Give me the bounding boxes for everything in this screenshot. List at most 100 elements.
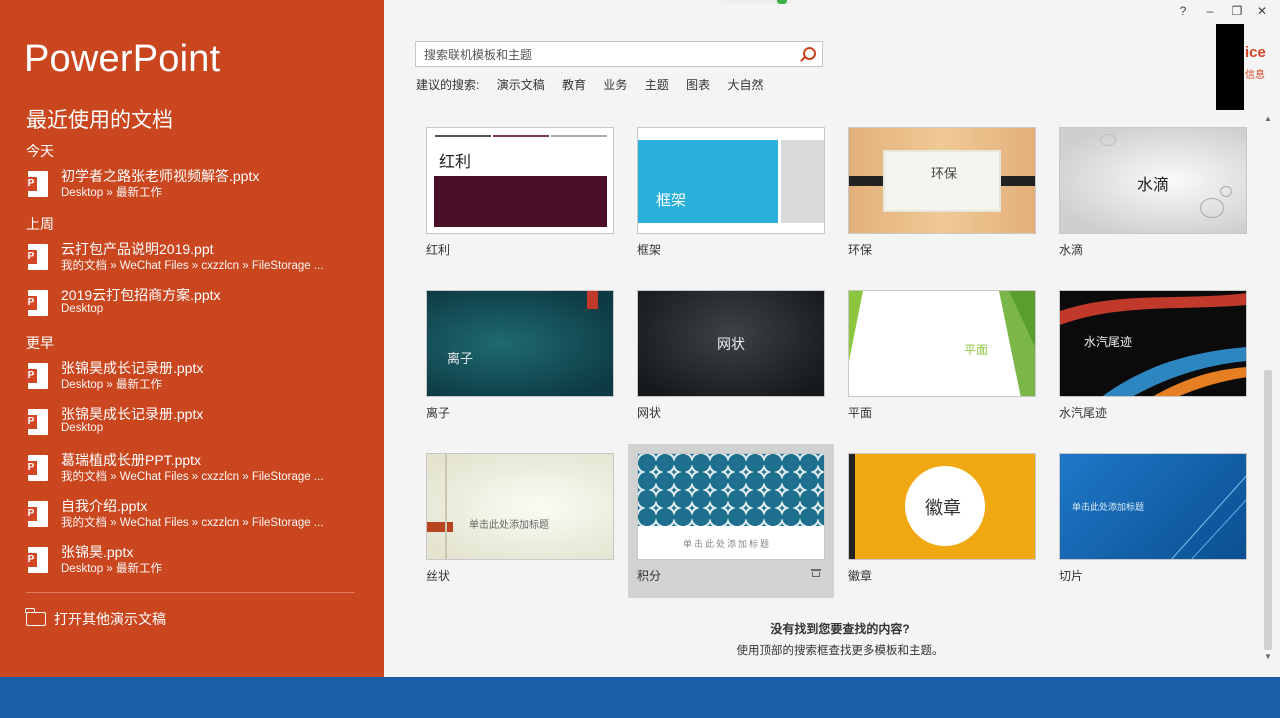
open-other-label: 打开其他演示文稿 <box>54 611 166 627</box>
divider <box>26 592 355 593</box>
recent-doc-item[interactable]: 葛瑞植成长册PPT.pptx 我的文档 » WeChat Files » cxz… <box>25 451 368 491</box>
recent-doc-name: 云打包产品说明2019.ppt <box>61 241 214 257</box>
template-label: 丝状 <box>426 569 451 583</box>
suggestion-link[interactable]: 图表 <box>686 78 710 92</box>
recent-pane: PowerPoint 最近使用的文档 今天 初学者之路张老师视频解答.pptx … <box>0 0 384 677</box>
recent-doc-item[interactable]: 云打包产品说明2019.ppt 我的文档 » WeChat Files » cx… <box>25 240 368 280</box>
recent-doc-path: Desktop » 最新工作 <box>61 379 162 391</box>
help-button[interactable]: ? <box>1173 4 1193 18</box>
template-label: 红利 <box>426 243 451 257</box>
search-icon[interactable] <box>803 47 816 60</box>
template-thumbnail: 单击此处添加标题 <box>426 453 614 560</box>
pptx-file-icon <box>25 501 48 527</box>
search-box[interactable] <box>415 41 823 67</box>
template-label: 积分 <box>637 569 662 583</box>
recent-doc-item[interactable]: 2019云打包招商方案.pptx Desktop <box>25 286 368 326</box>
account-name[interactable]: ice <box>1245 44 1266 61</box>
account-redaction <box>1216 24 1244 110</box>
not-found-title: 没有找到您要查找的内容? <box>770 622 910 636</box>
pptx-file-icon <box>25 290 48 316</box>
group-label-last-week: 上周 <box>26 216 54 232</box>
suggestion-link[interactable]: 主题 <box>645 78 669 92</box>
recent-doc-path: 我的文档 » WeChat Files » cxzzlcn » FileStor… <box>61 260 324 272</box>
thumbnail-title: 单击此处添加标题 <box>469 520 549 531</box>
template-thumbnail: 水汽尾迹 <box>1059 290 1247 397</box>
thumbnail-title: 环保 <box>931 166 958 181</box>
template-thumbnail: 单击此处添加标题 <box>1059 453 1247 560</box>
recent-doc-item[interactable]: 张锦昊.pptx Desktop » 最新工作 <box>25 543 368 583</box>
pptx-file-icon <box>25 409 48 435</box>
template-gallery-pane: ? – ❐ ✕ ice 信息 建议的搜索: 演示文稿 教育 业务 主题 图表 大… <box>384 0 1280 677</box>
recent-doc-item[interactable]: 自我介绍.pptx 我的文档 » WeChat Files » cxzzlcn … <box>25 497 368 537</box>
recent-doc-path: 我的文档 » WeChat Files » cxzzlcn » FileStor… <box>61 471 324 483</box>
pptx-file-icon <box>25 455 48 481</box>
recent-documents-title: 最近使用的文档 <box>26 109 173 132</box>
not-found-subtitle: 使用顶部的搜索框查找更多模板和主题。 <box>736 645 944 657</box>
scroll-up-arrow-icon[interactable]: ▲ <box>1264 114 1272 123</box>
thumbnail-title: 水滴 <box>1137 177 1170 194</box>
recent-doc-path: Desktop » 最新工作 <box>61 187 162 199</box>
top-indicator-dot <box>777 0 787 4</box>
template-label: 徽章 <box>848 569 873 583</box>
template-thumbnail: 离子 <box>426 290 614 397</box>
recent-doc-name: 自我介绍.pptx <box>61 498 148 514</box>
thumbnail-title: 单击此处添加标题 <box>683 539 772 549</box>
recent-doc-name: 张锦昊.pptx <box>61 544 134 560</box>
search-input[interactable] <box>422 45 796 65</box>
template-label: 水滴 <box>1059 243 1084 257</box>
scrollbar-thumb[interactable] <box>1264 370 1272 650</box>
recent-doc-path: Desktop » 最新工作 <box>61 563 162 575</box>
template-label: 平面 <box>848 406 873 420</box>
recent-doc-path: Desktop <box>61 303 104 315</box>
pin-icon[interactable] <box>811 569 821 579</box>
pptx-file-icon <box>25 363 48 389</box>
template-label: 离子 <box>426 406 451 420</box>
recent-doc-item[interactable]: 初学者之路张老师视频解答.pptx Desktop » 最新工作 <box>25 167 368 207</box>
group-label-earlier: 更早 <box>26 335 54 351</box>
taskbar <box>0 677 1280 718</box>
template-thumbnail: 平面 <box>848 290 1036 397</box>
template-thumbnail: 环保 <box>848 127 1036 234</box>
template-thumbnail: 网状 <box>637 290 825 397</box>
recent-doc-name: 张锦昊成长记录册.pptx <box>61 360 204 376</box>
recent-doc-item[interactable]: 张锦昊成长记录册.pptx Desktop <box>25 405 368 445</box>
recent-doc-name: 初学者之路张老师视频解答.pptx <box>61 168 260 184</box>
close-button[interactable]: ✕ <box>1252 4 1272 18</box>
flat-shapes <box>849 291 1035 396</box>
recent-doc-item[interactable]: 张锦昊成长记录册.pptx Desktop » 最新工作 <box>25 359 368 399</box>
account-info-link[interactable]: 信息 <box>1245 66 1265 81</box>
recent-doc-name: 葛瑞植成长册PPT.pptx <box>61 452 202 468</box>
template-thumbnail: 水滴 <box>1059 127 1247 234</box>
thumbnail-title: 框架 <box>656 192 687 209</box>
thumbnail-title: 红利 <box>439 154 472 171</box>
thumbnail-title: 离子 <box>447 351 474 366</box>
thumbnail-title: 网状 <box>717 336 745 352</box>
recent-doc-path: 我的文档 » WeChat Files » cxzzlcn » FileStor… <box>61 517 324 529</box>
pptx-file-icon <box>25 171 48 197</box>
template-label: 网状 <box>637 406 662 420</box>
template-thumbnail: 红利 <box>426 127 614 234</box>
template-label: 切片 <box>1059 569 1084 583</box>
template-label: 环保 <box>848 243 873 257</box>
suggested-searches-label: 建议的搜索: <box>416 78 480 92</box>
folder-open-icon <box>25 608 46 626</box>
restore-button[interactable]: ❐ <box>1227 4 1247 18</box>
ppt-file-icon <box>25 244 48 270</box>
template-thumbnail: 徽章 <box>848 453 1036 560</box>
recent-doc-name: 2019云打包招商方案.pptx <box>61 287 221 303</box>
minimize-button[interactable]: – <box>1200 4 1220 18</box>
template-label: 水汽尾迹 <box>1059 406 1108 420</box>
template-thumbnail: 单击此处添加标题 <box>637 453 825 560</box>
pptx-file-icon <box>25 547 48 573</box>
group-label-today: 今天 <box>26 143 54 159</box>
suggestion-link[interactable]: 教育 <box>562 78 586 92</box>
thumbnail-title: 平面 <box>964 343 989 357</box>
suggestion-link[interactable]: 业务 <box>603 78 627 92</box>
suggestion-link[interactable]: 大自然 <box>727 78 763 92</box>
suggested-searches: 建议的搜索: 演示文稿 教育 业务 主题 图表 大自然 <box>416 76 778 93</box>
open-other-presentations-link[interactable]: 打开其他演示文稿 <box>25 608 166 629</box>
suggestion-link[interactable]: 演示文稿 <box>497 78 545 92</box>
thumbnail-title: 徽章 <box>925 498 961 518</box>
app-title: PowerPoint <box>24 38 221 80</box>
recent-doc-name: 张锦昊成长记录册.pptx <box>61 406 204 422</box>
